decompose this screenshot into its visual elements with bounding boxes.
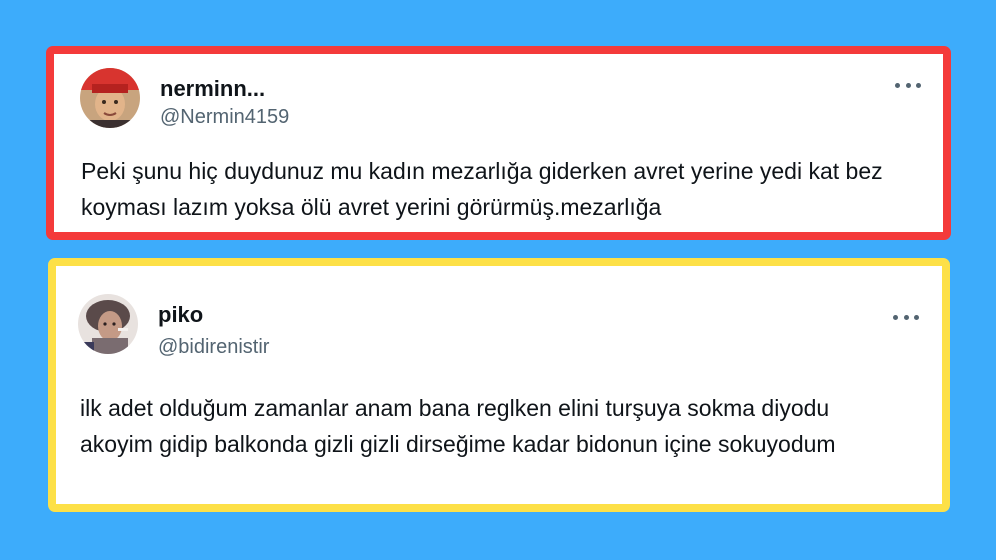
user-handle[interactable]: @Nermin4159 [160, 106, 289, 129]
avatar[interactable] [80, 68, 140, 128]
display-name[interactable]: nerminn... [160, 76, 265, 102]
avatar-image-icon [80, 68, 140, 128]
avatar-image-icon [78, 294, 138, 354]
user-handle[interactable]: @bidirenistir [158, 336, 269, 359]
more-options-icon[interactable] [895, 76, 921, 94]
tweet-card-2[interactable]: piko @bidirenistir ilk adet olduğum zama… [48, 258, 950, 512]
more-options-icon[interactable] [893, 308, 919, 326]
display-name[interactable]: piko [158, 302, 203, 328]
tweet-card-1[interactable]: nerminn... @Nermin4159 Peki şunu hiç duy… [46, 46, 951, 240]
avatar[interactable] [78, 294, 138, 354]
tweet-text: ilk adet olduğum zamanlar anam bana regl… [80, 395, 836, 457]
tweet-text: Peki şunu hiç duydunuz mu kadın mezarlığ… [81, 158, 883, 220]
